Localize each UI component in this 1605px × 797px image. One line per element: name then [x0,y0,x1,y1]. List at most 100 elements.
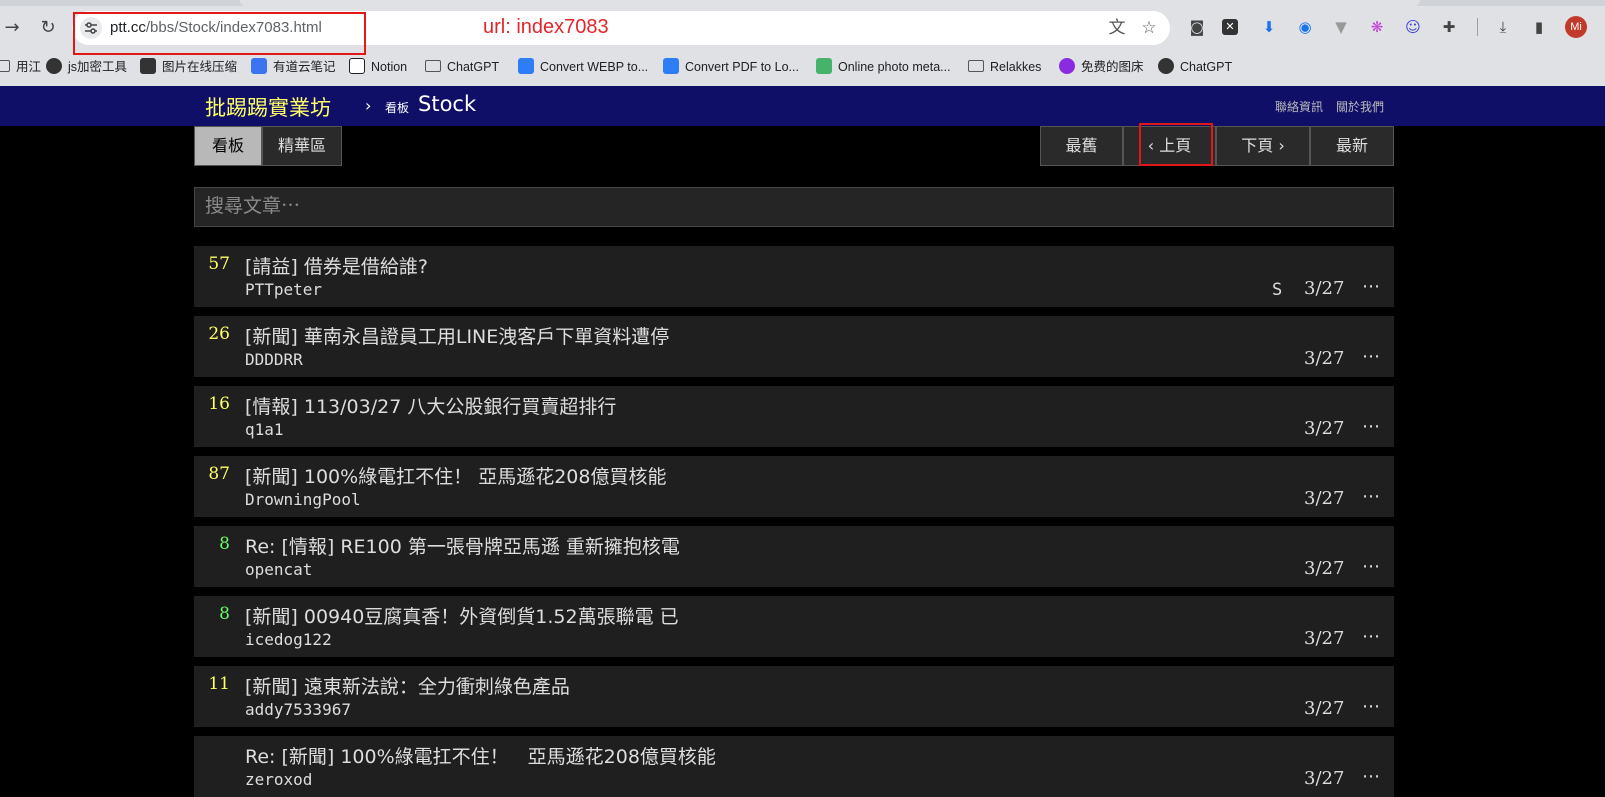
bookmark-item[interactable]: 图片在线压缩 [140,56,237,78]
prev-page-highlight-box [1139,123,1213,166]
post-date: 3/27 [1304,418,1345,439]
bookmark-item[interactable]: 有道云笔记 [251,56,336,78]
v-extension-icon[interactable]: ▼ [1330,16,1352,38]
search-input[interactable] [194,187,1394,227]
post-title[interactable]: [新聞] 00940豆腐真香！外資倒貨1.52萬張聯電 已 [245,602,679,629]
bookmark-item[interactable]: ChatGPT [1158,56,1232,78]
active-tab-edge [240,0,1420,6]
bookmark-label: 图片在线压缩 [162,60,238,74]
push-count: 87 [208,464,230,484]
forward-icon[interactable]: → [0,14,26,42]
bookmark-item[interactable]: Relakkes [968,56,1041,78]
bookmark-star-icon[interactable]: ☆ [1138,17,1160,39]
bookmark-item[interactable]: 免费的图床 [1059,56,1144,78]
post-date: 3/27 [1304,628,1345,649]
contact-link[interactable]: 聯絡資訊 [1275,98,1323,115]
newest-page-button[interactable]: 最新 [1310,126,1394,166]
breadcrumb-board-kind: 看板 [385,101,410,115]
tab-board[interactable]: 看板 [194,126,262,166]
post-row[interactable]: 57 [請益] 借券是借給誰? PTTpeter S 3/27 ⋯ [194,246,1394,307]
post-author[interactable]: icedog122 [245,630,332,649]
x-extension-icon[interactable]: ✕ [1222,19,1238,35]
breadcrumb-board-name[interactable]: Stock [418,92,476,116]
about-link[interactable]: 關於我們 [1336,98,1384,115]
bookmark-label: Relakkes [990,60,1042,74]
post-row[interactable]: 11 [新聞] 遠東新法說：全力衝刺綠色產品 addy7533967 3/27 ⋯ [194,666,1394,727]
translate-icon[interactable]: 文 [1106,17,1128,39]
tab-strip [0,0,1605,6]
bookmark-label: 免费的图床 [1081,60,1144,74]
post-date: 3/27 [1304,488,1345,509]
post-title[interactable]: [新聞] 遠東新法說：全力衝刺綠色產品 [245,672,570,699]
post-author[interactable]: addy7533967 [245,700,351,719]
post-author[interactable]: DDDDRR [245,350,303,369]
doc-icon [663,58,679,74]
post-title[interactable]: [情報] 113/03/27 八大公股銀行買賣超排行 [245,392,616,419]
bookmark-item[interactable]: Convert PDF to Lo... [663,56,799,78]
more-menu-icon[interactable]: ⋯ [1362,626,1381,647]
brain-extension-icon[interactable]: ❋ [1366,16,1388,38]
bookmark-label: ChatGPT [447,60,500,74]
bookmark-item[interactable]: 用江 [0,56,41,78]
screenshot-extension-icon[interactable]: ◉ [1294,16,1316,38]
bookmark-item[interactable]: js加密工具 [46,56,127,78]
post-title[interactable]: [新聞] 華南永昌證員工用LINE洩客戶下單資料遭停 [245,322,669,349]
bookmark-label: 有道云笔记 [273,60,336,74]
post-row[interactable]: 8 [新聞] 00940豆腐真香！外資倒貨1.52萬張聯電 已 icedog122 3… [194,596,1394,657]
bookmark-item[interactable]: Notion [349,56,407,78]
push-count: 11 [208,674,230,694]
post-author[interactable]: zeroxod [245,770,312,789]
post-row[interactable]: 26 [新聞] 華南永昌證員工用LINE洩客戶下單資料遭停 DDDDRR 3/27 ⋯ [194,316,1394,377]
oldest-page-button[interactable]: 最舊 [1040,126,1123,166]
globe-icon [46,58,62,74]
downloads-icon[interactable]: ⤓ [1492,16,1514,38]
next-page-button[interactable]: 下頁 › [1216,126,1310,166]
post-title[interactable]: Re: [情報] RE100 第一張骨牌亞馬遜 重新擁抱核電 [245,532,680,559]
post-author[interactable]: opencat [245,560,312,579]
browser-chrome: → ↻ ptt.cc/bbs/Stock/index7083.html 文 ☆ … [0,0,1605,86]
url-annotation: url: index7083 [483,16,609,38]
post-author[interactable]: DrowningPool [245,490,361,509]
post-row[interactable]: Re: [新聞] 100%綠電扛不住！ 亞馬遜花208億買核能 zeroxod 3/… [194,736,1394,797]
bookmark-item[interactable]: ChatGPT [425,56,499,78]
more-menu-icon[interactable]: ⋯ [1362,276,1381,297]
folder-icon [425,60,441,72]
bookmark-label: Convert WEBP to... [540,60,649,74]
folder-icon [968,60,984,72]
heart-icon [518,58,534,74]
download-extension-icon[interactable]: ⬇ [1258,16,1280,38]
more-menu-icon[interactable]: ⋯ [1362,766,1381,787]
tab-digest[interactable]: 精華區 [262,126,342,166]
globe-icon [1158,58,1174,74]
push-count: 57 [208,254,230,274]
puzzle-icon[interactable]: ✚ [1438,16,1460,38]
post-date: 3/27 [1304,278,1345,299]
bookmark-label: ChatGPT [1180,60,1233,74]
bookmark-item[interactable]: Convert WEBP to... [518,56,648,78]
post-title[interactable]: [請益] 借券是借給誰? [245,252,428,279]
post-author[interactable]: PTTpeter [245,280,322,299]
camera-icon[interactable]: ◙ [1186,16,1208,38]
profile-avatar[interactable]: Mi [1565,16,1587,38]
push-count: 8 [219,604,230,624]
more-menu-icon[interactable]: ⋯ [1362,416,1381,437]
post-title[interactable]: [新聞] 100%綠電扛不住！ 亞馬遜花208億買核能 [245,462,667,489]
site-title[interactable]: 批踢踢實業坊 [205,92,331,122]
post-row[interactable]: 87 [新聞] 100%綠電扛不住！ 亞馬遜花208億買核能 DrowningPoo… [194,456,1394,517]
post-title[interactable]: Re: [新聞] 100%綠電扛不住！ 亞馬遜花208億買核能 [245,742,716,769]
bookmark-label: js加密工具 [68,60,128,74]
more-menu-icon[interactable]: ⋯ [1362,486,1381,507]
face-extension-icon[interactable]: ☺ [1402,16,1424,38]
notion-icon [349,58,365,74]
more-menu-icon[interactable]: ⋯ [1362,556,1381,577]
more-menu-icon[interactable]: ⋯ [1362,696,1381,717]
post-row[interactable]: 8 Re: [情報] RE100 第一張骨牌亞馬遜 重新擁抱核電 opencat 3/… [194,526,1394,587]
bookmark-label: Online photo meta... [838,60,951,74]
side-panel-icon[interactable]: ▮ [1528,16,1550,38]
post-author[interactable]: q1a1 [245,420,284,439]
s-icon [1059,58,1075,74]
reload-icon[interactable]: ↻ [34,14,62,42]
bookmark-item[interactable]: Online photo meta... [816,56,951,78]
more-menu-icon[interactable]: ⋯ [1362,346,1381,367]
post-row[interactable]: 16 [情報] 113/03/27 八大公股銀行買賣超排行 q1a1 3/27 ⋯ [194,386,1394,447]
